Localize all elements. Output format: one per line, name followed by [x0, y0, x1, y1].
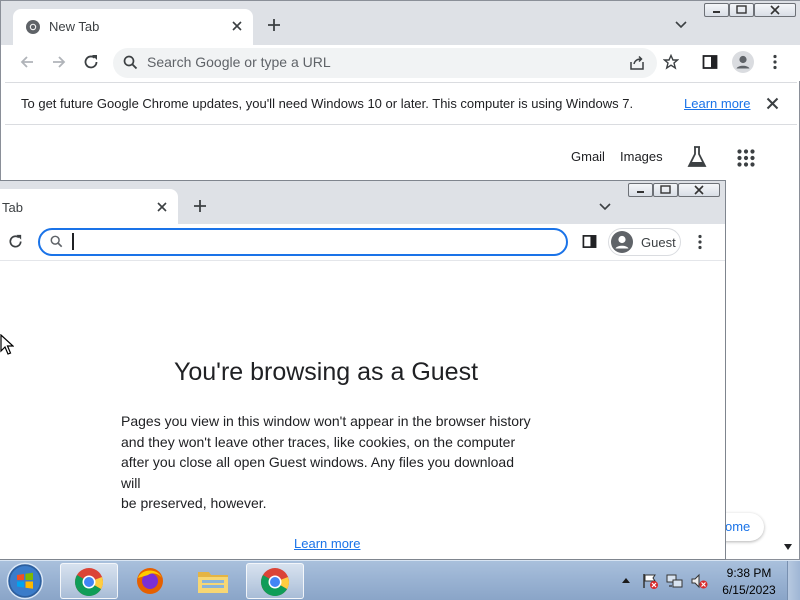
back-tab-title: New Tab — [49, 19, 100, 34]
close-infobar-icon[interactable] — [766, 97, 779, 110]
new-tab-plus-icon[interactable] — [193, 199, 207, 213]
menu-kebab-icon[interactable] — [772, 54, 778, 70]
windows-support-infobar: To get future Google Chrome updates, you… — [5, 82, 797, 125]
guest-profile-button[interactable]: Guest — [608, 228, 681, 256]
bookmark-star-icon[interactable] — [663, 54, 679, 70]
chrome-icon — [74, 567, 104, 597]
close-tab-icon[interactable] — [156, 201, 168, 213]
chrome-favicon-icon — [25, 19, 41, 35]
text-caret — [72, 233, 74, 250]
guest-description-line: and they won't leave other traces, like … — [121, 433, 516, 450]
back-omnibox[interactable]: Search Google or type a URL — [113, 48, 657, 78]
firefox-icon — [135, 566, 165, 596]
volume-muted-icon[interactable] — [690, 572, 708, 590]
clock-time[interactable]: 9:38 PM — [719, 566, 779, 580]
forward-arrow-icon[interactable] — [51, 54, 67, 70]
menu-kebab-icon[interactable] — [697, 234, 703, 250]
guest-page-heading: You're browsing as a Guest — [173, 358, 479, 386]
maximize-button[interactable] — [653, 183, 678, 197]
minimize-button[interactable] — [628, 183, 653, 197]
mouse-cursor-icon — [0, 334, 14, 356]
front-tab[interactable]: Tab — [0, 189, 178, 224]
omnibox-placeholder: Search Google or type a URL — [147, 54, 331, 70]
guest-description: Pages you view in this window won't appe… — [121, 411, 536, 514]
guest-avatar-icon — [611, 231, 633, 253]
clock-date[interactable]: 6/15/2023 — [719, 583, 779, 597]
profile-avatar-icon[interactable] — [732, 51, 754, 73]
share-icon[interactable] — [629, 55, 645, 71]
taskbar-firefox-button[interactable] — [122, 563, 180, 599]
close-window-button[interactable] — [754, 3, 796, 17]
side-panel-icon[interactable] — [702, 54, 718, 70]
images-link[interactable]: Images — [620, 149, 663, 164]
search-icon — [123, 55, 138, 70]
guest-profile-label: Guest — [641, 235, 676, 250]
search-icon — [50, 235, 63, 248]
guest-description-line: Pages you view in this window won't appe… — [121, 413, 531, 429]
google-apps-grid-icon[interactable] — [737, 149, 755, 167]
guest-omnibox-input[interactable] — [38, 228, 568, 256]
close-tab-icon[interactable] — [231, 20, 243, 32]
guest-description-line: be preserved, however. — [121, 495, 267, 511]
reload-icon[interactable] — [7, 233, 24, 250]
labs-flask-icon[interactable] — [686, 145, 708, 169]
infobar-learn-more-link[interactable]: Learn more — [684, 96, 750, 111]
taskbar-chrome-guest-button[interactable] — [246, 563, 304, 599]
back-arrow-icon[interactable] — [19, 54, 35, 70]
back-tab-new-tab[interactable]: New Tab — [13, 9, 253, 45]
show-hidden-icons-arrow-icon[interactable] — [621, 577, 631, 584]
file-explorer-icon — [197, 567, 229, 595]
taskbar-explorer-button[interactable] — [184, 563, 242, 599]
guest-description-line: after you close all open Guest windows. … — [121, 454, 515, 491]
chrome-icon — [260, 567, 290, 597]
new-tab-plus-icon[interactable] — [267, 18, 281, 32]
maximize-button[interactable] — [729, 3, 754, 17]
start-orb-icon[interactable] — [6, 562, 44, 600]
tab-search-chevron-icon[interactable] — [599, 203, 611, 211]
gmail-link[interactable]: Gmail — [571, 149, 605, 164]
reload-icon[interactable] — [82, 53, 100, 71]
guest-learn-more-link[interactable]: Learn more — [294, 536, 360, 551]
front-tab-title: Tab — [2, 200, 23, 215]
close-window-button[interactable] — [678, 183, 720, 197]
scroll-down-arrow-icon[interactable] — [783, 543, 793, 551]
tab-search-chevron-icon[interactable] — [675, 21, 687, 29]
action-center-flag-icon[interactable] — [641, 572, 659, 590]
guest-browser-window: Tab Guest You're browsing as a Guest Pag… — [0, 180, 726, 560]
show-desktop-button[interactable] — [787, 561, 800, 600]
side-panel-icon[interactable] — [582, 234, 597, 249]
network-icon[interactable] — [666, 572, 684, 590]
windows-taskbar: 9:38 PM 6/15/2023 — [0, 560, 800, 600]
minimize-button[interactable] — [704, 3, 729, 17]
infobar-message: To get future Google Chrome updates, you… — [21, 96, 634, 111]
customize-chip-label: ome — [725, 519, 751, 534]
taskbar-chrome-button[interactable] — [60, 563, 118, 599]
